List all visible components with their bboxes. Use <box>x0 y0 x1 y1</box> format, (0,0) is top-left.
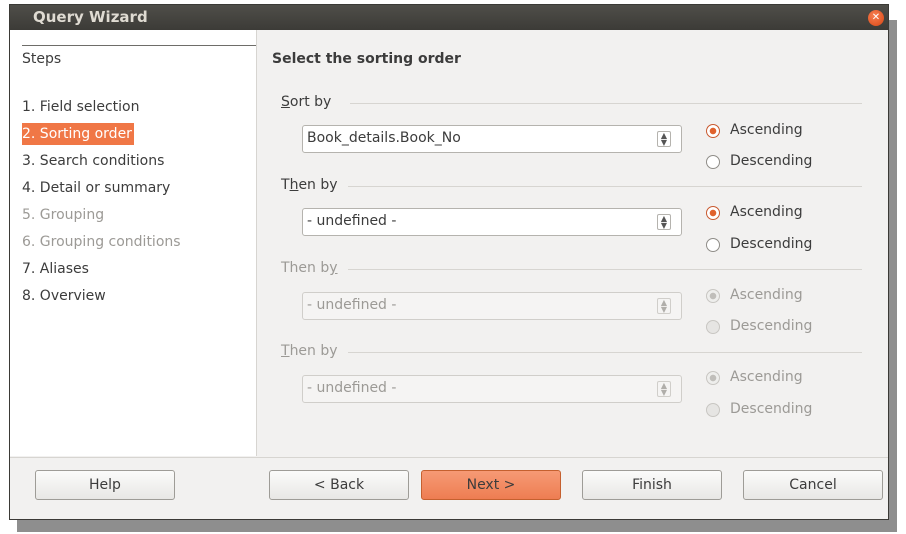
step-search-conditions[interactable]: 3. Search conditions <box>22 150 164 172</box>
help-button[interactable]: Help <box>35 470 175 500</box>
then-by-3-label: Then by <box>281 343 338 359</box>
steps-panel: Steps 1. Field selection 2. Sorting orde… <box>10 30 257 456</box>
cancel-button[interactable]: Cancel <box>743 470 883 500</box>
sort-field-3-select: - undefined - ▲ ▼ <box>302 292 682 320</box>
spin-arrows-icon: ▲ ▼ <box>657 381 671 397</box>
spin-arrows-icon[interactable]: ▲ ▼ <box>657 214 671 230</box>
sort-field-3-value: - undefined - <box>307 297 397 313</box>
title-bar[interactable]: Query Wizard ✕ <box>10 5 888 30</box>
sort-field-4-select: - undefined - ▲ ▼ <box>302 375 682 403</box>
step-grouping-conditions: 6. Grouping conditions <box>22 234 181 250</box>
radio-unselected-icon <box>706 320 720 334</box>
steps-divider <box>22 45 256 46</box>
footer-divider <box>10 457 888 458</box>
page-title: Select the sorting order <box>272 51 461 67</box>
spin-arrows-icon: ▲ ▼ <box>657 298 671 314</box>
radio-selected-icon <box>706 206 720 220</box>
sort-by-label: Sort by <box>281 94 332 110</box>
then-by-2-label: Then by <box>281 260 338 276</box>
sort-field-1-value: Book_details.Book_No <box>307 130 461 146</box>
step-aliases[interactable]: 7. Aliases <box>22 258 89 280</box>
step-overview[interactable]: 8. Overview <box>22 285 106 307</box>
then-by-1-label: Then by <box>281 177 338 193</box>
radio-unselected-icon <box>706 155 720 169</box>
back-button[interactable]: < Back <box>269 470 409 500</box>
radio-selected-icon <box>706 124 720 138</box>
radio-selected-icon <box>706 371 720 385</box>
sort-field-2-value: - undefined - <box>307 213 397 229</box>
step-detail-or-summary[interactable]: 4. Detail or summary <box>22 177 170 199</box>
sort-field-2-select[interactable]: - undefined - ▲ ▼ <box>302 208 682 236</box>
finish-button[interactable]: Finish <box>582 470 722 500</box>
radio-unselected-icon <box>706 238 720 252</box>
section-divider <box>348 352 862 353</box>
radio-unselected-icon <box>706 403 720 417</box>
section-divider <box>348 269 862 270</box>
section-divider <box>348 186 862 187</box>
sort-field-1-select[interactable]: Book_details.Book_No ▲ ▼ <box>302 125 682 153</box>
step-grouping: 5. Grouping <box>22 207 105 223</box>
step-sorting-order[interactable]: 2. Sorting order <box>22 123 134 145</box>
steps-title: Steps <box>22 51 62 67</box>
section-divider <box>350 103 862 104</box>
window-title: Query Wizard <box>33 8 148 26</box>
query-wizard-window: Query Wizard ✕ Steps 1. Field selection … <box>9 4 889 520</box>
sort-field-4-value: - undefined - <box>307 380 397 396</box>
step-field-selection[interactable]: 1. Field selection <box>22 96 140 118</box>
close-icon[interactable]: ✕ <box>868 10 884 26</box>
spin-arrows-icon[interactable]: ▲ ▼ <box>657 131 671 147</box>
next-button[interactable]: Next > <box>421 470 561 500</box>
radio-selected-icon <box>706 289 720 303</box>
